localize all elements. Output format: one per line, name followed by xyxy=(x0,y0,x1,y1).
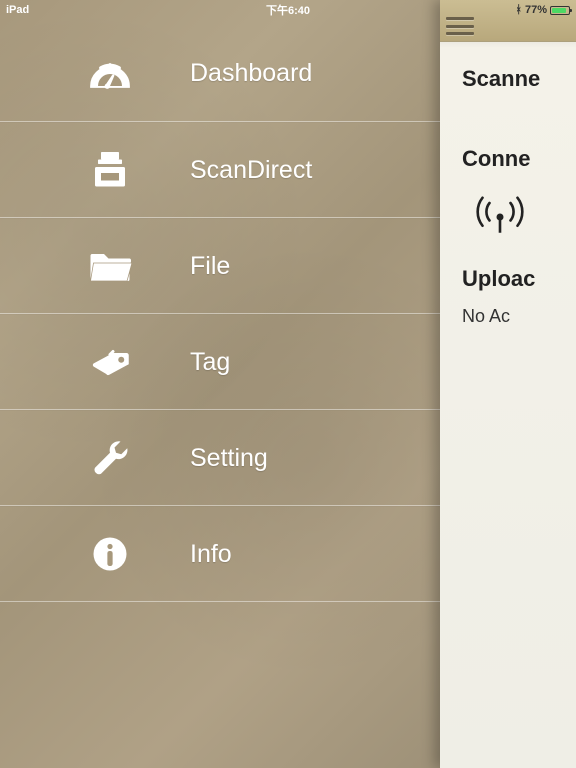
battery-percentage: 77% xyxy=(525,4,547,16)
info-icon xyxy=(82,526,138,582)
sidebar-item-label: Dashboard xyxy=(190,59,312,88)
sidebar-item-label: File xyxy=(190,252,230,281)
sidebar-item-scandirect[interactable]: ScanDirect xyxy=(0,122,440,218)
device-label: iPad xyxy=(6,4,29,16)
folder-icon xyxy=(82,238,138,294)
battery-icon xyxy=(550,6,570,15)
menu-button[interactable] xyxy=(446,15,474,37)
section-upload-title: Uploac xyxy=(462,266,576,292)
tag-icon xyxy=(82,334,138,390)
sidebar-item-dashboard[interactable]: Dashboard xyxy=(0,26,440,122)
sidebar: Dashboard ScanDirect File Tag Setting xyxy=(0,0,440,768)
signal-indicator xyxy=(462,182,576,238)
scanner-icon xyxy=(82,142,138,198)
status-time: 下午6:40 xyxy=(266,2,310,18)
bluetooth-icon: ᚼ xyxy=(515,4,522,16)
sidebar-item-tag[interactable]: Tag xyxy=(0,314,440,410)
section-scanner-title: Scanne xyxy=(462,66,576,92)
sidebar-menu: Dashboard ScanDirect File Tag Setting xyxy=(0,26,440,602)
sidebar-item-label: Info xyxy=(190,540,232,569)
sidebar-item-setting[interactable]: Setting xyxy=(0,410,440,506)
sidebar-item-info[interactable]: Info xyxy=(0,506,440,602)
content-pane: Scanne Conne Uploac No Ac xyxy=(440,0,576,768)
sidebar-item-label: Tag xyxy=(190,348,230,377)
sidebar-item-label: ScanDirect xyxy=(190,156,312,185)
status-bar-right: ᚼ 77% xyxy=(509,0,576,20)
sidebar-item-label: Setting xyxy=(190,444,268,473)
pane-body: Scanne Conne Uploac No Ac xyxy=(440,42,576,768)
no-account-text: No Ac xyxy=(462,306,576,327)
section-connection-title: Conne xyxy=(462,146,576,172)
wrench-icon xyxy=(82,430,138,486)
sidebar-item-file[interactable]: File xyxy=(0,218,440,314)
dashboard-icon xyxy=(82,46,138,102)
